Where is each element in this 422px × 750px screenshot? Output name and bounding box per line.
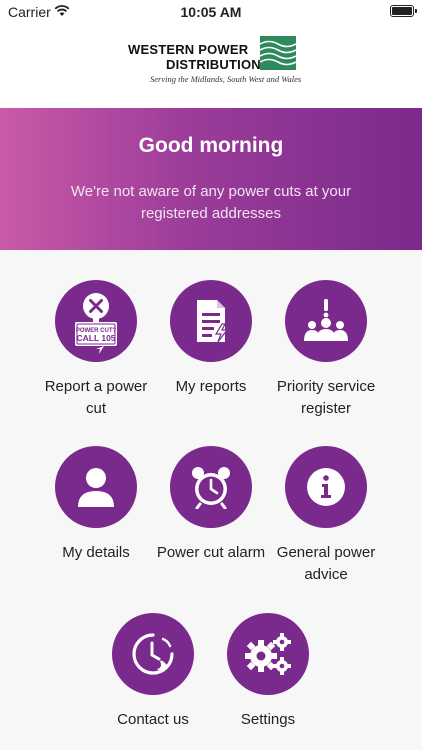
- tile-my-reports[interactable]: My reports: [151, 280, 271, 398]
- tile-label: My details: [62, 544, 130, 561]
- menu-grid: POWER CUT? CALL 105 Report a power cut M…: [0, 250, 422, 750]
- info-icon: [285, 446, 367, 528]
- tile-general-power-advice[interactable]: General power advice: [266, 446, 386, 586]
- tile-label: Settings: [240, 711, 296, 728]
- greeting-banner: Good morning We're not aware of any powe…: [0, 108, 422, 250]
- power-status-message: We're not aware of any power cuts at you…: [70, 183, 352, 222]
- report-power-cut-icon: POWER CUT? CALL 105: [55, 280, 137, 362]
- status-bar: Carrier 10:05 AM: [0, 0, 422, 24]
- tile-my-details[interactable]: My details: [36, 446, 156, 564]
- document-icon: [170, 280, 252, 362]
- sign-line2: CALL 105: [76, 333, 115, 343]
- tile-label: Priority service register: [276, 378, 376, 417]
- person-icon: [55, 446, 137, 528]
- tile-report-power-cut[interactable]: POWER CUT? CALL 105 Report a power cut: [36, 280, 156, 420]
- logo-text-line1: WESTERN POWER: [128, 42, 249, 57]
- priority-group-icon: [285, 280, 367, 362]
- greeting-title: Good morning: [138, 134, 284, 157]
- logo-wave-icon: [260, 36, 296, 70]
- company-logo: WESTERN POWER DISTRIBUTION Serving the M…: [128, 36, 302, 86]
- gears-icon: [227, 613, 309, 695]
- tile-settings[interactable]: Settings: [208, 613, 328, 731]
- battery-icon: [390, 5, 417, 17]
- tile-power-cut-alarm[interactable]: Power cut alarm: [151, 446, 271, 564]
- tile-label: Contact us: [117, 711, 189, 728]
- phone-clock-icon: [112, 613, 194, 695]
- tile-label: Power cut alarm: [156, 544, 266, 561]
- tile-label: My reports: [175, 378, 247, 395]
- tile-priority-service-register[interactable]: Priority service register: [266, 280, 386, 420]
- logo-tagline: Serving the Midlands, South West and Wal…: [150, 74, 302, 84]
- header: WESTERN POWER DISTRIBUTION Serving the M…: [0, 24, 422, 108]
- logo-text-line2: DISTRIBUTION: [166, 57, 261, 72]
- alarm-clock-icon: [170, 446, 252, 528]
- tile-label: General power advice: [276, 544, 376, 583]
- tile-contact-us[interactable]: Contact us: [93, 613, 213, 731]
- clock: 10:05 AM: [180, 4, 242, 20]
- tile-label: Report a power cut: [44, 378, 148, 417]
